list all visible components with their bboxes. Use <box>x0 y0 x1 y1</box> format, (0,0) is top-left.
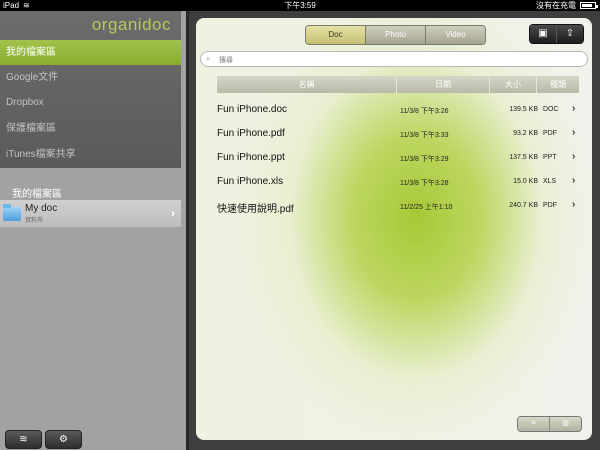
column-header-name[interactable]: 名稱 <box>217 76 397 93</box>
file-size: 139.5 KB <box>509 106 538 113</box>
search-bar: ⌕ <box>200 51 588 67</box>
file-size: 15.0 KB <box>513 178 538 185</box>
list-view-button[interactable]: ≡ <box>518 417 549 431</box>
file-name: Fun iPhone.ppt <box>217 152 285 163</box>
search-input[interactable] <box>217 53 581 67</box>
file-name: Fun iPhone.pdf <box>217 128 285 139</box>
chevron-right-icon[interactable]: › <box>572 199 575 210</box>
table-header: 名稱 日期 大小 種類 <box>217 76 579 93</box>
chevron-right-icon[interactable]: › <box>572 175 575 186</box>
share-button[interactable]: ⇪ <box>556 25 583 43</box>
file-type: DOC <box>543 106 559 113</box>
segment-video[interactable]: Video <box>426 26 485 44</box>
file-date: 11/2/25 上午1:10 <box>400 204 453 211</box>
battery-icon <box>580 2 598 9</box>
sidebar-item-itunes-sharing[interactable]: iTunes檔案共享 <box>0 142 181 167</box>
gear-icon: ⚙ <box>59 434 68 445</box>
folder-subtitle: 資料夾 <box>25 218 44 224</box>
status-time: 下午3:59 <box>284 1 316 10</box>
file-type: PDF <box>543 130 557 137</box>
sidebar-item-dropbox[interactable]: Dropbox <box>0 90 181 115</box>
file-type: PDF <box>543 202 557 209</box>
folder-name: My doc <box>25 203 58 214</box>
folder-icon <box>3 204 21 221</box>
split-divider <box>186 11 189 450</box>
status-bar: iPad ≋ 下午3:59 沒有在充電 <box>0 0 600 11</box>
chevron-right-icon: › <box>171 206 175 220</box>
column-header-type[interactable]: 種類 <box>537 76 579 93</box>
file-name: Fun iPhone.doc <box>217 104 288 115</box>
settings-button[interactable]: ⚙ <box>45 430 82 449</box>
file-size: 240.7 KB <box>509 202 538 209</box>
file-list: Fun iPhone.doc 11/3/8 下午3:26 139.5 KB DO… <box>217 98 582 218</box>
table-row[interactable]: 快速使用說明.pdf 11/2/25 上午1:10 240.7 KB PDF › <box>217 194 582 218</box>
file-size: 93.2 KB <box>513 130 538 137</box>
table-row[interactable]: Fun iPhone.xls 11/3/8 下午3:28 15.0 KB XLS… <box>217 170 582 194</box>
chevron-right-icon[interactable]: › <box>572 127 575 138</box>
section-title: 我的檔案區 <box>12 189 62 200</box>
file-name: 快速使用說明.pdf <box>217 204 294 215</box>
source-list: organidoc 我的檔案區 Google文件 Dropbox 保護檔案區 i… <box>0 11 181 168</box>
file-type: XLS <box>543 178 557 185</box>
action-buttons: ▣ ⇪ <box>529 24 584 44</box>
file-type-segmented-control: Doc Photo Video <box>305 25 486 45</box>
file-size: 137.5 KB <box>509 154 538 161</box>
file-date: 11/3/8 下午3:29 <box>400 156 449 163</box>
column-header-date[interactable]: 日期 <box>397 76 490 93</box>
chevron-right-icon[interactable]: › <box>572 151 575 162</box>
wifi-icon: ≋ <box>19 434 28 445</box>
file-date: 11/3/8 下午3:33 <box>400 132 449 139</box>
sidebar-item-google-docs[interactable]: Google文件 <box>0 65 181 90</box>
charging-status: 沒有在充電 <box>536 1 576 10</box>
grid-view-button[interactable]: ▥ <box>549 417 581 431</box>
file-panel: Doc Photo Video ▣ ⇪ ⌕ 名稱 日期 大小 種類 Fun iP… <box>196 18 592 440</box>
sidebar-item-my-files[interactable]: 我的檔案區 <box>0 40 181 65</box>
view-mode-toggle: ≡ ▥ <box>517 416 582 432</box>
segment-doc[interactable]: Doc <box>306 26 366 44</box>
file-date: 11/3/8 下午3:28 <box>400 180 449 187</box>
folder-row[interactable]: My doc 資料夾 › <box>0 200 181 227</box>
grid-icon: ▥ <box>550 417 581 431</box>
sidebar: organidoc 我的檔案區 Google文件 Dropbox 保護檔案區 i… <box>0 11 186 450</box>
table-row[interactable]: Fun iPhone.ppt 11/3/8 下午3:29 137.5 KB PP… <box>217 146 582 170</box>
sidebar-item-protected[interactable]: 保護檔案區 <box>0 116 181 141</box>
file-date: 11/3/8 下午3:26 <box>400 108 449 115</box>
chevron-right-icon[interactable]: › <box>572 103 575 114</box>
segment-photo[interactable]: Photo <box>366 26 426 44</box>
file-type: PPT <box>543 154 557 161</box>
file-name: Fun iPhone.xls <box>217 176 284 187</box>
list-icon: ≡ <box>518 417 549 431</box>
search-icon: ⌕ <box>206 54 211 63</box>
table-row[interactable]: Fun iPhone.doc 11/3/8 下午3:26 139.5 KB DO… <box>217 98 582 122</box>
column-header-size[interactable]: 大小 <box>490 76 537 93</box>
wifi-share-button[interactable]: ≋ <box>5 430 42 449</box>
app-logo: organidoc <box>91 15 171 34</box>
table-row[interactable]: Fun iPhone.pdf 11/3/8 下午3:33 93.2 KB PDF… <box>217 122 582 146</box>
open-folder-button[interactable]: ▣ <box>530 25 556 43</box>
